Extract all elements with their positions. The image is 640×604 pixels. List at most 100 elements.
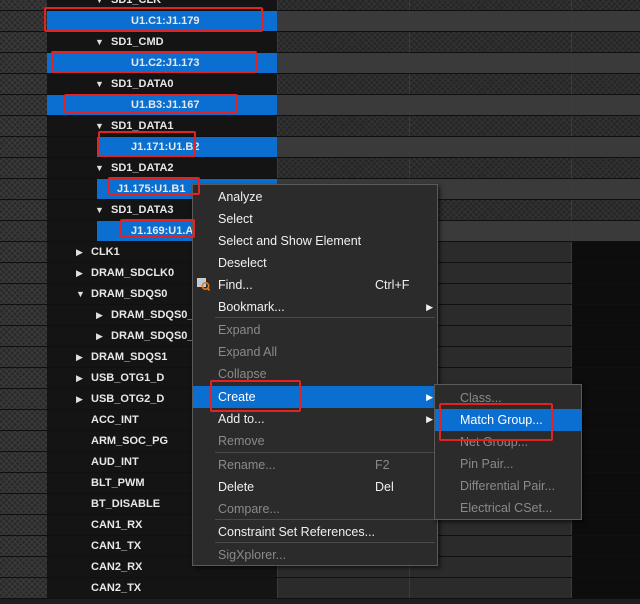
tree-row[interactable]: ▼ SD1_DATA1 [0, 116, 640, 137]
grid-cell[interactable] [572, 347, 640, 367]
expand-arrow-icon[interactable]: ▶ [76, 368, 83, 389]
menu-item-deselect[interactable]: Deselect [193, 252, 437, 274]
net-name-cell[interactable]: ▼ SD1_DATA1 [47, 116, 278, 136]
grid-cell[interactable] [572, 368, 640, 388]
grid-cell[interactable] [572, 158, 640, 178]
tree-row[interactable]: ▼ SD1_DATA2 [0, 158, 640, 179]
grid-cell[interactable] [410, 32, 572, 52]
grid-cell[interactable] [572, 263, 640, 283]
grid-cell[interactable] [572, 389, 640, 409]
menu-item-find[interactable]: Find... Ctrl+F [193, 274, 437, 296]
grid-cell[interactable] [572, 578, 640, 598]
tree-row[interactable]: ▼ SD1_CMD [0, 32, 640, 53]
net-name-cell[interactable]: U1.C1:J1.179 [47, 11, 278, 31]
grid-cell[interactable] [572, 32, 640, 52]
menu-item-select[interactable]: Select [193, 208, 437, 230]
grid-cell[interactable] [410, 578, 572, 598]
menu-item-expand-all[interactable]: Expand All [193, 341, 437, 363]
grid-cell[interactable] [572, 95, 640, 115]
tree-row[interactable]: U1.C2:J1.173 [0, 53, 640, 74]
submenu-item-net-group[interactable]: Net Group... [435, 431, 581, 453]
grid-cell[interactable] [278, 158, 410, 178]
menu-item-expand[interactable]: Expand [193, 319, 437, 341]
menu-item-rename[interactable]: Rename... F2 [193, 454, 437, 476]
tree-row[interactable]: CAN2_TX [0, 578, 640, 599]
submenu-item-match-group[interactable]: Match Group... [435, 409, 581, 431]
grid-cell[interactable] [572, 326, 640, 346]
grid-cell[interactable] [572, 536, 640, 556]
grid-cell[interactable] [572, 410, 640, 430]
grid-cell[interactable] [572, 473, 640, 493]
collapse-arrow-icon[interactable]: ▼ [95, 0, 104, 11]
menu-item-bookmark[interactable]: Bookmark... ▶ [193, 296, 437, 318]
tree-row[interactable]: ▼ SD1_CLK [0, 0, 640, 11]
menu-item-collapse[interactable]: Collapse [193, 363, 437, 385]
grid-cell[interactable] [278, 74, 410, 94]
grid-cell[interactable] [572, 116, 640, 136]
menu-item-constraint-set-references[interactable]: Constraint Set References... [193, 521, 437, 543]
tree-row[interactable]: ▼ SD1_DATA0 [0, 74, 640, 95]
grid-cell[interactable] [572, 11, 640, 31]
grid-cell[interactable] [572, 74, 640, 94]
grid-cell[interactable] [572, 557, 640, 577]
collapse-arrow-icon[interactable]: ▼ [95, 116, 104, 137]
grid-cell[interactable] [410, 137, 572, 157]
net-name-cell[interactable]: CAN2_TX [47, 578, 278, 598]
grid-cell[interactable] [572, 515, 640, 535]
grid-cell[interactable] [278, 116, 410, 136]
grid-cell[interactable] [572, 0, 640, 10]
expand-arrow-icon[interactable]: ▶ [76, 389, 83, 410]
net-name-cell[interactable]: ▼ SD1_CMD [47, 32, 278, 52]
grid-cell[interactable] [278, 32, 410, 52]
tree-row[interactable]: J1.171:U1.B2 [0, 137, 640, 158]
net-name-cell[interactable]: ▼ SD1_DATA2 [47, 158, 278, 178]
grid-cell[interactable] [572, 137, 640, 157]
menu-item-add-to[interactable]: Add to... ▶ [193, 408, 437, 430]
grid-cell[interactable] [572, 242, 640, 262]
grid-cell[interactable] [572, 305, 640, 325]
grid-cell[interactable] [572, 179, 640, 199]
expand-arrow-icon[interactable]: ▶ [76, 263, 83, 284]
grid-cell[interactable] [410, 116, 572, 136]
menu-item-analyze[interactable]: Analyze [193, 186, 437, 208]
net-name-cell[interactable]: ▼ SD1_DATA0 [47, 74, 278, 94]
grid-cell[interactable] [572, 431, 640, 451]
tree-row[interactable]: U1.C1:J1.179 [0, 11, 640, 32]
grid-cell[interactable] [572, 53, 640, 73]
expand-arrow-icon[interactable]: ▶ [76, 347, 83, 368]
net-name-cell[interactable]: ▼ SD1_CLK [47, 0, 278, 10]
submenu-item-electrical-cset[interactable]: Electrical CSet... [435, 497, 581, 519]
grid-cell[interactable] [278, 0, 410, 10]
submenu-item-class[interactable]: Class... [435, 387, 581, 409]
expand-arrow-icon[interactable]: ▶ [96, 305, 103, 326]
grid-cell[interactable] [410, 158, 572, 178]
grid-cell[interactable] [278, 11, 410, 31]
grid-cell[interactable] [278, 53, 410, 73]
grid-cell[interactable] [572, 221, 640, 241]
expand-arrow-icon[interactable]: ▶ [76, 242, 83, 263]
menu-item-remove[interactable]: Remove [193, 430, 437, 452]
collapse-arrow-icon[interactable]: ▼ [95, 74, 104, 95]
collapse-arrow-icon[interactable]: ▼ [95, 200, 104, 221]
grid-cell[interactable] [278, 578, 410, 598]
tree-row[interactable]: U1.B3:J1.167 [0, 95, 640, 116]
collapse-arrow-icon[interactable]: ▼ [95, 158, 104, 179]
grid-cell[interactable] [572, 200, 640, 220]
menu-item-select-and-show-element[interactable]: Select and Show Element [193, 230, 437, 252]
net-name-cell[interactable]: J1.171:U1.B2 [47, 137, 278, 157]
grid-cell[interactable] [572, 494, 640, 514]
menu-item-create[interactable]: Create ▶ [193, 386, 437, 408]
grid-cell[interactable] [572, 284, 640, 304]
grid-cell[interactable] [278, 137, 410, 157]
submenu-item-pin-pair[interactable]: Pin Pair... [435, 453, 581, 475]
menu-item-compare[interactable]: Compare... [193, 498, 437, 520]
collapse-arrow-icon[interactable]: ▼ [95, 32, 104, 53]
grid-cell[interactable] [410, 95, 572, 115]
grid-cell[interactable] [572, 452, 640, 472]
grid-cell[interactable] [410, 11, 572, 31]
submenu-item-differential-pair[interactable]: Differential Pair... [435, 475, 581, 497]
grid-cell[interactable] [278, 95, 410, 115]
menu-item-sigxplorer[interactable]: SigXplorer... [193, 544, 437, 566]
grid-cell[interactable] [410, 74, 572, 94]
net-name-cell[interactable]: U1.C2:J1.173 [47, 53, 278, 73]
